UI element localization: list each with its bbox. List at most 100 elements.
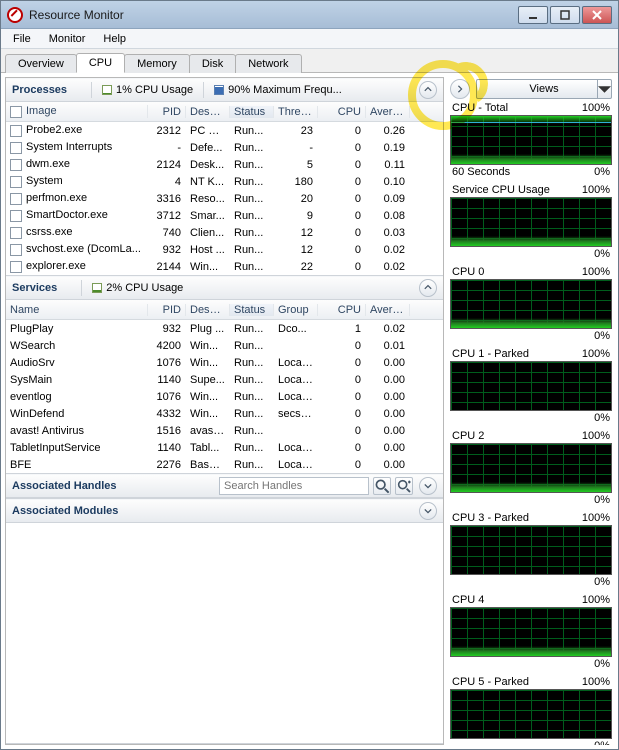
search-handles-input[interactable] (219, 477, 369, 495)
tab-disk[interactable]: Disk (189, 54, 236, 73)
menu-help[interactable]: Help (95, 31, 134, 47)
chart-pct: 100% (582, 266, 610, 278)
tab-cpu[interactable]: CPU (76, 53, 125, 73)
menu-monitor[interactable]: Monitor (41, 31, 94, 47)
services-usage-icon (92, 283, 102, 293)
chart-pct: 100% (582, 594, 610, 606)
chart-label: Service CPU Usage (452, 184, 550, 196)
chart-canvas (450, 361, 612, 411)
process-row[interactable]: System Interrupts-Defe...Run...-00.19 (6, 139, 443, 156)
chart-canvas (450, 525, 612, 575)
handles-section: Associated Handles (6, 474, 443, 499)
services-title: Services (12, 282, 57, 294)
chart-pct: 100% (582, 430, 610, 442)
tab-network[interactable]: Network (235, 54, 301, 73)
chart-cpu4: CPU 4100% 0% (448, 593, 614, 671)
process-row[interactable]: dwm.exe2124Desk...Run...500.11 (6, 156, 443, 173)
chart-label: CPU 4 (452, 594, 484, 606)
row-checkbox[interactable] (10, 244, 22, 256)
row-checkbox[interactable] (10, 142, 22, 154)
process-row[interactable]: Probe2.exe2312PC Pr...Run...2300.26 (6, 122, 443, 139)
chart-label: CPU 2 (452, 430, 484, 442)
chart-total: CPU - Total100% 60 Seconds0% (448, 101, 614, 179)
chart-pct: 100% (582, 512, 610, 524)
chart-canvas (450, 115, 612, 165)
service-row[interactable]: TabletInputService1140Tabl...Run...Local… (6, 439, 443, 456)
process-row[interactable]: explorer.exe2144Win...Run...2200.02 (6, 258, 443, 275)
chart-pct: 100% (582, 102, 610, 114)
services-section: Services 2% CPU Usage Name PID Descr... … (6, 276, 443, 474)
services-header[interactable]: Services 2% CPU Usage (6, 276, 443, 300)
left-pane: Processes 1% CPU Usage 90% Maximum Frequ… (5, 77, 444, 745)
search-options-button[interactable] (395, 477, 413, 495)
processes-header[interactable]: Processes 1% CPU Usage 90% Maximum Frequ… (6, 78, 443, 102)
chart-label: CPU 3 - Parked (452, 512, 529, 524)
chart-canvas (450, 607, 612, 657)
chart-canvas (450, 279, 612, 329)
service-row[interactable]: AudioSrv1076Win...Run...Local...00.00 (6, 354, 443, 371)
tab-overview[interactable]: Overview (5, 54, 77, 73)
processes-section: Processes 1% CPU Usage 90% Maximum Frequ… (6, 78, 443, 276)
service-row[interactable]: WinDefend4332Win...Run...secsvcs00.00 (6, 405, 443, 422)
process-row[interactable]: SmartDoctor.exe3712Smar...Run...900.08 (6, 207, 443, 224)
menu-file[interactable]: File (5, 31, 39, 47)
services-collapse-button[interactable] (419, 279, 437, 297)
processes-grid: Image PID Descr... Status Threa... CPU A… (6, 102, 443, 275)
row-checkbox[interactable] (10, 261, 22, 273)
modules-header[interactable]: Associated Modules (6, 499, 443, 523)
service-row[interactable]: BFE2276Base ...Run...Local...00.00 (6, 456, 443, 473)
cpu-freq-icon (214, 85, 224, 95)
chart-label: CPU - Total (452, 102, 508, 114)
processes-columns[interactable]: Image PID Descr... Status Threa... CPU A… (6, 102, 443, 122)
cpu-usage-label: 1% CPU Usage (116, 84, 193, 96)
services-grid: Name PID Descr... Status Group CPU Avera… (6, 300, 443, 473)
minimize-button[interactable] (518, 6, 548, 24)
views-button[interactable]: Views (476, 79, 612, 99)
row-checkbox[interactable] (10, 210, 22, 222)
menu-bar: File Monitor Help (1, 29, 618, 49)
row-checkbox[interactable] (10, 125, 22, 137)
service-row[interactable]: avast! Antivirus1516avast...Run...00.00 (6, 422, 443, 439)
views-dropdown-icon (597, 80, 611, 98)
processes-title: Processes (12, 84, 67, 96)
handles-header[interactable]: Associated Handles (6, 474, 443, 498)
process-row[interactable]: perfmon.exe3316Reso...Run...2000.09 (6, 190, 443, 207)
chart-canvas (450, 197, 612, 247)
tab-memory[interactable]: Memory (124, 54, 190, 73)
modules-section: Associated Modules (6, 499, 443, 744)
chart-label: CPU 1 - Parked (452, 348, 529, 360)
row-checkbox[interactable] (10, 227, 22, 239)
service-row[interactable]: SysMain1140Supe...Run...Local...00.00 (6, 371, 443, 388)
process-row[interactable]: System4NT K...Run...18000.10 (6, 173, 443, 190)
service-row[interactable]: PlugPlay932Plug ...Run...Dco...10.02 (6, 320, 443, 337)
chart-label: CPU 5 - Parked (452, 676, 529, 688)
select-all-checkbox[interactable] (10, 106, 22, 118)
maximize-button[interactable] (550, 6, 580, 24)
service-row[interactable]: eventlog1076Win...Run...Local...00.00 (6, 388, 443, 405)
search-button[interactable] (373, 477, 391, 495)
chart-cpu0: CPU 0100% 0% (448, 265, 614, 343)
handles-expand-button[interactable] (419, 477, 437, 495)
row-checkbox[interactable] (10, 159, 22, 171)
chart-pct: 100% (582, 676, 610, 688)
title-bar[interactable]: Resource Monitor (1, 1, 618, 29)
collapse-graphs-button[interactable] (450, 79, 470, 99)
row-checkbox[interactable] (10, 193, 22, 205)
tab-bar: Overview CPU Memory Disk Network (1, 49, 618, 73)
chart-pct: 100% (582, 348, 610, 360)
app-icon (7, 7, 23, 23)
chart-canvas (450, 443, 612, 493)
process-row[interactable]: svchost.exe (DcomLa...932Host ...Run...1… (6, 241, 443, 258)
chart-cpu3: CPU 3 - Parked100% 0% (448, 511, 614, 589)
processes-collapse-button[interactable] (419, 81, 437, 99)
modules-title: Associated Modules (12, 505, 118, 517)
service-row[interactable]: WSearch4200Win...Run...00.01 (6, 337, 443, 354)
modules-expand-button[interactable] (419, 502, 437, 520)
chart-cpu5: CPU 5 - Parked100% 0% (448, 675, 614, 745)
handles-title: Associated Handles (12, 480, 117, 492)
chart-service: Service CPU Usage100% 0% (448, 183, 614, 261)
services-columns[interactable]: Name PID Descr... Status Group CPU Avera… (6, 300, 443, 320)
process-row[interactable]: csrss.exe740Clien...Run...1200.03 (6, 224, 443, 241)
row-checkbox[interactable] (10, 176, 22, 188)
close-button[interactable] (582, 6, 612, 24)
